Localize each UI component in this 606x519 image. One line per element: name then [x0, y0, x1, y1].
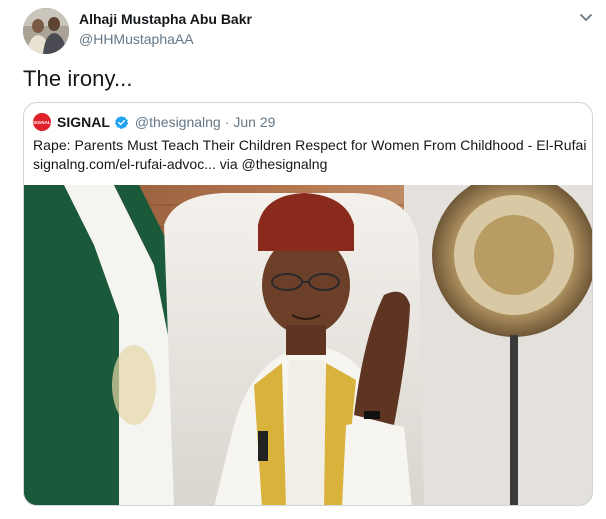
tweet-card: Alhaji Mustapha Abu Bakr @HHMustaphaAA T… [0, 0, 606, 519]
quoted-tweet-date[interactable]: Jun 29 [233, 114, 275, 130]
signal-logo-text: SIGNAL [33, 119, 51, 125]
author-handle[interactable]: @HHMustaphaAA [79, 31, 194, 47]
quoted-tweet-text: Rape: Parents Must Teach Their Children … [33, 137, 587, 153]
quoted-tweet[interactable]: SIGNAL SIGNAL @thesignalng · Jun 29 Rape… [23, 102, 593, 506]
tweet-text: The irony... [23, 66, 133, 91]
quoted-author-name: SIGNAL [57, 114, 110, 130]
chevron-down-icon[interactable] [578, 11, 594, 25]
author-name[interactable]: Alhaji Mustapha Abu Bakr [79, 11, 252, 27]
quoted-tweet-header: SIGNAL SIGNAL @thesignalng · Jun 29 [33, 112, 275, 132]
verified-badge-icon [114, 115, 128, 129]
quoted-tweet-image[interactable] [24, 185, 592, 505]
author-avatar[interactable] [23, 8, 69, 54]
quoted-tweet-link[interactable]: signalng.com/el-rufai-advoc... via @thes… [33, 156, 327, 172]
signal-logo-icon: SIGNAL [33, 113, 51, 131]
news-photo [24, 185, 592, 505]
avatar-photo-icon [23, 8, 69, 54]
quoted-author-handle: @thesignalng [134, 114, 221, 130]
separator-dot: · [224, 114, 230, 130]
